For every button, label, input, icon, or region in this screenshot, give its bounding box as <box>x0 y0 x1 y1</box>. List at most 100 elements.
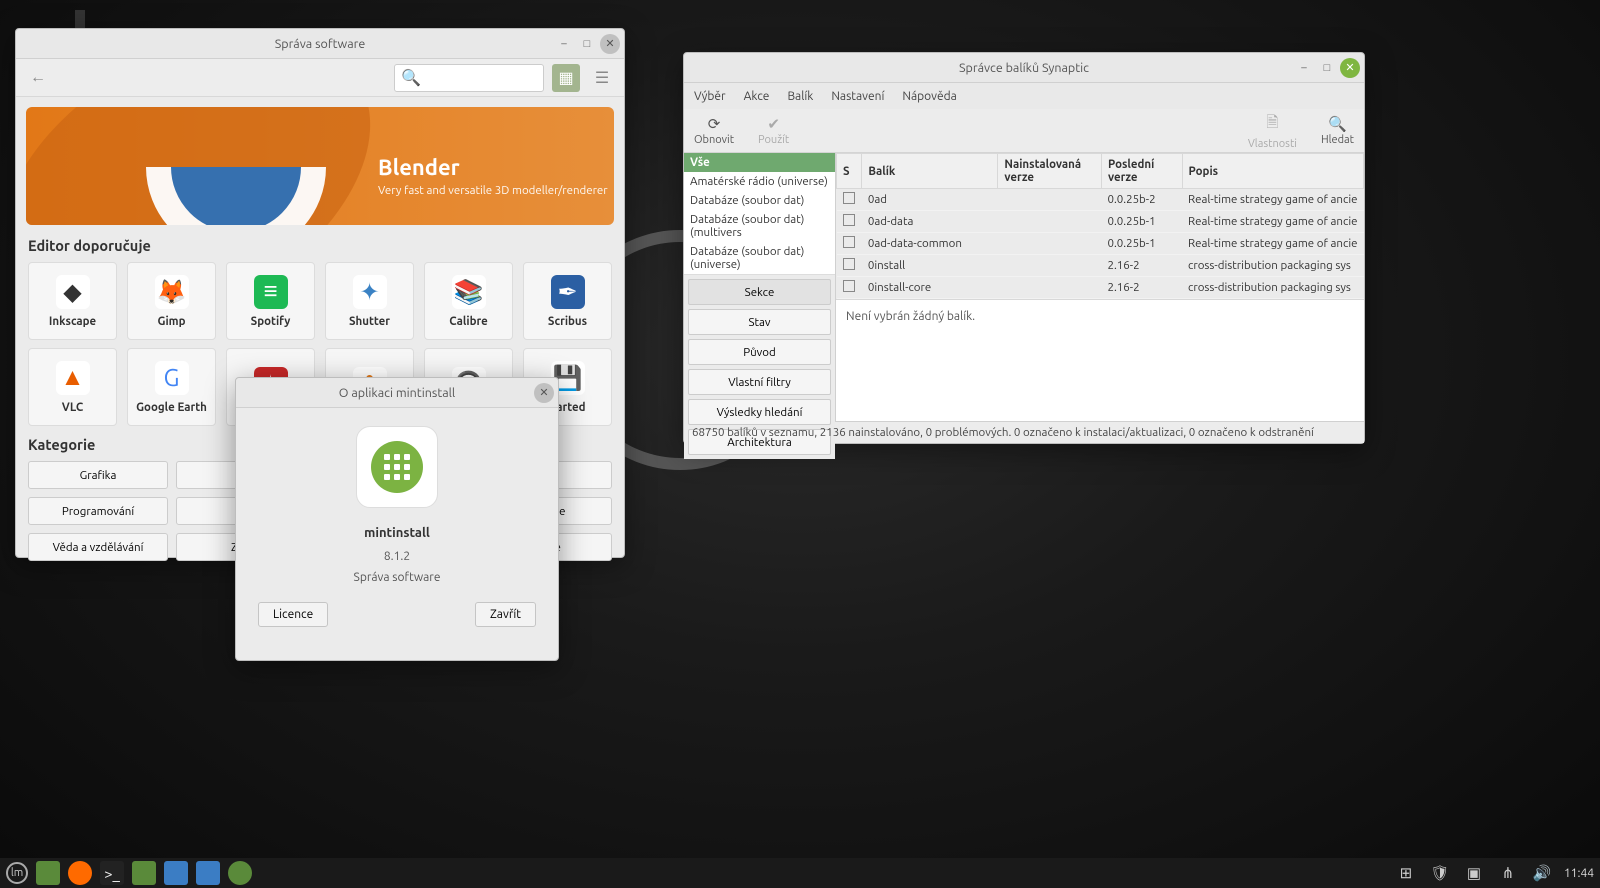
tray-shield-icon[interactable]: 🛡 <box>1428 861 1452 885</box>
app-icon: ✦ <box>353 275 387 309</box>
table-row[interactable]: 0ad 0.0.25b-2 Real-time strategy game of… <box>837 189 1364 211</box>
network-icon[interactable]: ⋔ <box>1496 861 1520 885</box>
col-status[interactable]: S <box>837 154 862 189</box>
filter-button[interactable]: Stav <box>688 309 831 335</box>
app-card[interactable]: ▲ VLC <box>28 348 117 426</box>
app-card[interactable]: G Google Earth <box>127 348 216 426</box>
software-manager-titlebar[interactable]: Správa software – □ ✕ <box>16 29 624 59</box>
filter-button[interactable]: Původ <box>688 339 831 365</box>
table-row[interactable]: 0install-core 2.16-2 cross-distribution … <box>837 277 1364 299</box>
col-package[interactable]: Balík <box>862 154 998 189</box>
properties-button[interactable]: 🗎Vlastnosti <box>1248 112 1297 150</box>
properties-icon: 🗎 <box>1266 112 1278 137</box>
category-button[interactable]: Věda a vzdělávání <box>28 533 168 561</box>
filter-button[interactable]: Výsledky hledání <box>688 399 831 425</box>
pkg-name: 0install-core <box>862 277 998 299</box>
table-row[interactable]: 0install 2.16-2 cross-distribution packa… <box>837 255 1364 277</box>
pkg-desc: cross-distribution packaging sys <box>1182 255 1363 277</box>
maximize-button[interactable]: □ <box>1317 58 1337 78</box>
pkg-installed <box>998 233 1102 255</box>
close-about-button[interactable]: Zavřít <box>475 602 536 627</box>
maximize-button[interactable]: □ <box>577 34 597 54</box>
app-card[interactable]: ✦ Shutter <box>325 262 414 340</box>
menu-item[interactable]: Nápověda <box>902 90 956 103</box>
minimize-button[interactable]: – <box>554 34 574 54</box>
pkg-desc: cross-distribution packaging sys <box>1182 277 1363 299</box>
filter-button[interactable]: Sekce <box>688 279 831 305</box>
checkbox-icon[interactable] <box>843 214 855 226</box>
menu-item[interactable]: Nastavení <box>831 90 884 103</box>
tray-icon-1[interactable]: ⊞ <box>1394 861 1418 885</box>
checkbox-icon[interactable] <box>843 258 855 270</box>
software-icon[interactable] <box>228 861 252 885</box>
table-row[interactable]: 0ad-data-common 0.0.25b-1 Real-time stra… <box>837 233 1364 255</box>
pkg-latest: 0.0.25b-1 <box>1101 233 1182 255</box>
app-card[interactable]: ✒ Scribus <box>523 262 612 340</box>
pkg-latest: 0.0.25b-2 <box>1101 189 1182 211</box>
synaptic-menubar: Výběr Akce Balík Nastavení Nápověda <box>684 83 1364 109</box>
about-titlebar[interactable]: O aplikaci mintinstall ✕ <box>236 378 558 408</box>
app-card[interactable]: ◆ Inkscape <box>28 262 117 340</box>
files-icon[interactable] <box>36 861 60 885</box>
category-item[interactable]: Databáze (soubor dat) (multivers <box>684 210 835 242</box>
close-button[interactable]: ✕ <box>1340 58 1360 78</box>
synaptic-titlebar[interactable]: Správce balíků Synaptic – □ ✕ <box>684 53 1364 83</box>
apply-icon: ✔ <box>767 115 780 133</box>
volume-icon[interactable]: 🔊 <box>1530 861 1554 885</box>
banner-subtitle: Very fast and versatile 3D modeller/rend… <box>378 184 608 197</box>
hamburger-menu-icon[interactable]: ☰ <box>588 64 616 92</box>
software-manager-toolbar: ← 🔍 ▦ ☰ <box>16 59 624 97</box>
menu-item[interactable]: Balík <box>787 90 813 103</box>
start-menu-icon[interactable]: lm <box>6 862 28 884</box>
desktop-bg-mark <box>75 10 85 30</box>
folder-icon[interactable] <box>132 861 156 885</box>
clock[interactable]: 11:44 <box>1564 867 1594 880</box>
category-item[interactable]: Databáze (soubor dat) (universe) <box>684 242 835 274</box>
search-button[interactable]: 🔍Hledat <box>1321 115 1354 146</box>
back-button[interactable]: ← <box>24 64 52 92</box>
close-button[interactable]: ✕ <box>600 34 620 54</box>
search-run-button[interactable]: ▦ <box>552 64 580 92</box>
col-latest[interactable]: Poslední verze <box>1101 154 1182 189</box>
search-icon: 🔍 <box>401 68 421 87</box>
taskbar[interactable]: lm >_ ⊞ 🛡 ▣ ⋔ 🔊 11:44 <box>0 858 1600 888</box>
checkbox-icon[interactable] <box>843 280 855 292</box>
app-icon-1[interactable] <box>164 861 188 885</box>
terminal-icon[interactable]: >_ <box>100 861 124 885</box>
table-row[interactable]: 0ad-data 0.0.25b-1 Real-time strategy ga… <box>837 211 1364 233</box>
category-item[interactable]: Vše <box>684 153 835 172</box>
filter-button[interactable]: Vlastní filtry <box>688 369 831 395</box>
col-description[interactable]: Popis <box>1182 154 1363 189</box>
category-button[interactable]: Grafika <box>28 461 168 489</box>
app-name: mintinstall <box>364 526 430 540</box>
tray-icon-3[interactable]: ▣ <box>1462 861 1486 885</box>
pkg-name: 0ad-data <box>862 211 998 233</box>
synaptic-sidebar: VšeAmatérské rádio (universe)Databáze (s… <box>684 153 836 421</box>
menu-item[interactable]: Výběr <box>694 90 726 103</box>
category-button[interactable]: Programování <box>28 497 168 525</box>
firefox-icon[interactable] <box>68 861 92 885</box>
close-button[interactable]: ✕ <box>534 383 554 403</box>
col-installed[interactable]: Nainstalovaná verze <box>998 154 1102 189</box>
package-table[interactable]: S Balík Nainstalovaná verze Poslední ver… <box>836 153 1364 299</box>
category-item[interactable]: Databáze (soubor dat) <box>684 191 835 210</box>
minimize-button[interactable]: – <box>1294 58 1314 78</box>
app-icon-2[interactable] <box>196 861 220 885</box>
synaptic-window[interactable]: Správce balíků Synaptic – □ ✕ Výběr Akce B… <box>683 52 1365 444</box>
menu-item[interactable]: Akce <box>744 90 770 103</box>
app-card[interactable]: 🦊 Gimp <box>127 262 216 340</box>
search-input[interactable]: 🔍 <box>394 64 544 92</box>
app-label: Spotify <box>251 315 291 328</box>
category-item[interactable]: Amatérské rádio (universe) <box>684 172 835 191</box>
app-card[interactable]: ≡ Spotify <box>226 262 315 340</box>
license-button[interactable]: Licence <box>258 602 328 627</box>
app-label: Shutter <box>349 315 390 328</box>
apply-button[interactable]: ✔Použít <box>758 115 789 146</box>
checkbox-icon[interactable] <box>843 192 855 204</box>
about-dialog[interactable]: O aplikaci mintinstall ✕ mintinstall 8.1… <box>235 377 559 661</box>
reload-button[interactable]: ⟳Obnovit <box>694 115 734 146</box>
grid-icon <box>371 441 423 493</box>
featured-banner[interactable]: Blender Very fast and versatile 3D model… <box>26 107 614 225</box>
app-card[interactable]: 📚 Calibre <box>424 262 513 340</box>
checkbox-icon[interactable] <box>843 236 855 248</box>
